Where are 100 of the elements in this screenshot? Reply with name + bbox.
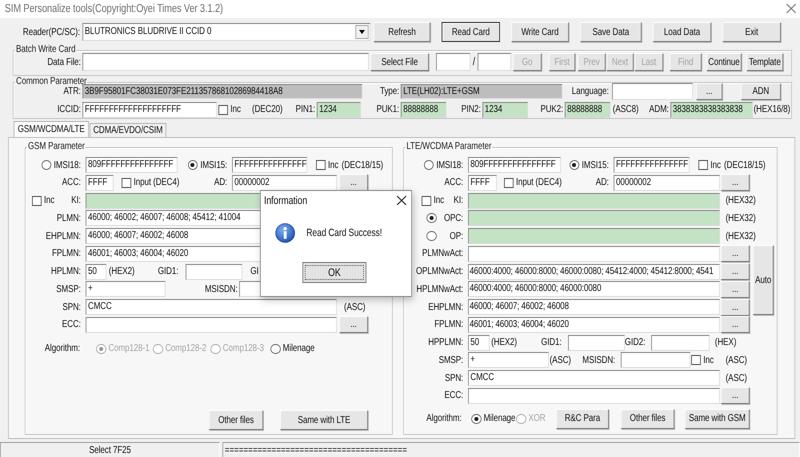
exit-button[interactable]: Exit <box>722 22 781 42</box>
input-field[interactable] <box>568 334 625 350</box>
input-field[interactable]: 88888888 <box>564 102 610 118</box>
auto-button[interactable]: Auto <box>752 245 774 315</box>
caret-icon <box>355 25 369 39</box>
load-data-button[interactable]: Load Data <box>652 22 712 42</box>
checkbox[interactable]: Inc <box>691 354 714 366</box>
checkbox[interactable]: Inc <box>316 160 338 170</box>
input-field[interactable] <box>82 53 369 71</box>
input-field[interactable]: FFFFFFFFFFFFFFF <box>232 157 308 173</box>
radio-button[interactable]: IMSI15: <box>569 160 609 170</box>
input-field[interactable]: 3838383838383838 <box>670 102 753 118</box>
input-field[interactable]: 46000; 46007; 46002; 46008 <box>468 299 720 315</box>
rc-para-button[interactable]: R&C Para <box>556 408 609 429</box>
input-field[interactable]: LTE(LH02):LTE+GSM <box>400 84 562 99</box>
checkbox[interactable]: Inc <box>422 195 444 206</box>
input-field[interactable]: 50 <box>86 264 106 280</box>
refresh-button[interactable]: Refresh <box>374 22 430 42</box>
more-button[interactable]: ... <box>696 83 722 100</box>
field-label: ECC: <box>444 390 464 402</box>
radio-button[interactable]: IMSI18: <box>424 160 464 170</box>
format-hint: (ASC) <box>550 354 571 366</box>
more-button[interactable]: ... <box>720 280 750 298</box>
input-field[interactable]: 00000002 <box>232 174 337 191</box>
input-field[interactable] <box>468 228 720 244</box>
input-field[interactable]: 50 <box>468 334 490 350</box>
input-field[interactable] <box>650 334 710 350</box>
input-field[interactable] <box>468 246 720 262</box>
other-files-button[interactable]: Other files <box>620 408 674 429</box>
input-field[interactable]: FFFFFFFFFFFFFFFFFFFF <box>82 102 217 118</box>
radio-button[interactable]: IMSI15: <box>188 160 228 170</box>
format-hint: (HEX32) <box>726 212 756 224</box>
input-field[interactable] <box>468 192 720 208</box>
same-with-gsm-button[interactable]: Same with GSM <box>684 408 750 429</box>
more-button[interactable]: ... <box>720 174 750 192</box>
input-field[interactable]: CMCC <box>468 370 720 386</box>
group-title: Common Parameter <box>15 77 88 87</box>
more-button[interactable]: ... <box>720 387 750 404</box>
format-hint: (ASC) <box>726 372 747 384</box>
field-label: Data File: <box>47 56 81 68</box>
field-label: GI <box>250 266 259 277</box>
read-card-button[interactable]: Read Card <box>442 22 500 42</box>
input-field[interactable]: 88888888 <box>400 102 446 118</box>
template-button[interactable]: Template <box>746 53 784 71</box>
radio-button[interactable]: Milenage <box>471 413 516 424</box>
input-field[interactable]: 809FFFFFFFFFFFFFFF <box>468 157 561 173</box>
input-field[interactable] <box>620 352 690 368</box>
more-button[interactable]: ... <box>720 298 750 316</box>
tab[interactable]: GSM/WCDMA/LTE <box>14 121 89 137</box>
input-field[interactable]: 809FFFFFFFFFFFFFFF <box>86 157 178 173</box>
more-button[interactable]: ... <box>339 174 368 192</box>
ok-button[interactable]: OK <box>302 262 366 283</box>
select-file-button[interactable]: Select File <box>370 53 429 71</box>
reader-dropdown[interactable]: BLUTRONICS BLUDRIVE II CCID 0 <box>82 23 370 41</box>
radio-button[interactable]: OPC: <box>426 212 464 224</box>
other-files-button[interactable]: Other files <box>208 410 264 430</box>
input-field[interactable]: FFFF <box>468 174 497 191</box>
input-field[interactable]: 46001; 46003; 46004; 46020 <box>468 316 720 333</box>
input-field[interactable]: + <box>468 352 549 368</box>
field-label: PIN1: <box>296 104 316 115</box>
checkbox[interactable]: Input (DEC4) <box>504 177 562 188</box>
checkbox[interactable]: Inc <box>698 160 721 170</box>
adn-button[interactable]: ADN <box>740 83 781 100</box>
field-label: EHPLMN: <box>46 230 81 242</box>
close-button[interactable] <box>396 195 408 207</box>
same-with-lte-button[interactable]: Same with LTE <box>280 410 368 430</box>
field-label: Algorithm: <box>44 343 80 354</box>
tab[interactable]: CDMA/EVDO/CSIM <box>90 123 166 137</box>
input-field[interactable]: 1234 <box>482 102 528 118</box>
radio-button[interactable]: OP: <box>426 230 464 242</box>
input-field[interactable]: 3B9F95801FC38031E073FE21135786810286984418A8 <box>82 84 362 99</box>
input-field[interactable] <box>86 316 337 333</box>
checkbox[interactable]: Input (DEC4) <box>122 177 180 188</box>
radio-button[interactable]: IMSI18: <box>41 160 81 170</box>
input-field[interactable] <box>436 53 470 71</box>
save-data-button[interactable]: Save Data <box>580 22 642 42</box>
input-field[interactable]: FFFF <box>86 174 114 191</box>
input-field[interactable]: FFFFFFFFFFFFFFF <box>614 157 690 173</box>
continue-button[interactable]: Continue <box>706 53 742 71</box>
radio-button[interactable]: Milenage <box>270 343 315 354</box>
input-field[interactable]: + <box>86 281 166 298</box>
input-field[interactable] <box>612 83 693 100</box>
input-field[interactable] <box>468 388 720 404</box>
checkbox[interactable]: Inc <box>32 195 54 206</box>
input-field[interactable]: 00000002 <box>614 174 720 191</box>
input-field[interactable] <box>468 210 720 226</box>
input-field[interactable]: CMCC <box>86 299 337 315</box>
input-field[interactable] <box>186 264 242 280</box>
field-label: GID1: <box>158 266 178 277</box>
input-field[interactable]: 1234 <box>316 102 361 118</box>
checkbox[interactable]: Inc <box>218 104 241 115</box>
more-button[interactable]: ... <box>720 245 750 262</box>
more-button[interactable]: ... <box>339 316 368 334</box>
input-field[interactable]: 46000:4000; 46000:8000; 46000:0080 <box>468 281 720 298</box>
field-label: ATR: <box>63 86 81 97</box>
more-button[interactable]: ... <box>720 316 750 334</box>
input-field[interactable] <box>478 53 512 71</box>
more-button[interactable]: ... <box>720 263 750 280</box>
write-card-button[interactable]: Write Card <box>511 22 569 42</box>
input-field[interactable]: 46000:4000; 46000:8000; 46000:0080; 45412:4000; 45412:8000; 4541 <box>468 264 720 280</box>
